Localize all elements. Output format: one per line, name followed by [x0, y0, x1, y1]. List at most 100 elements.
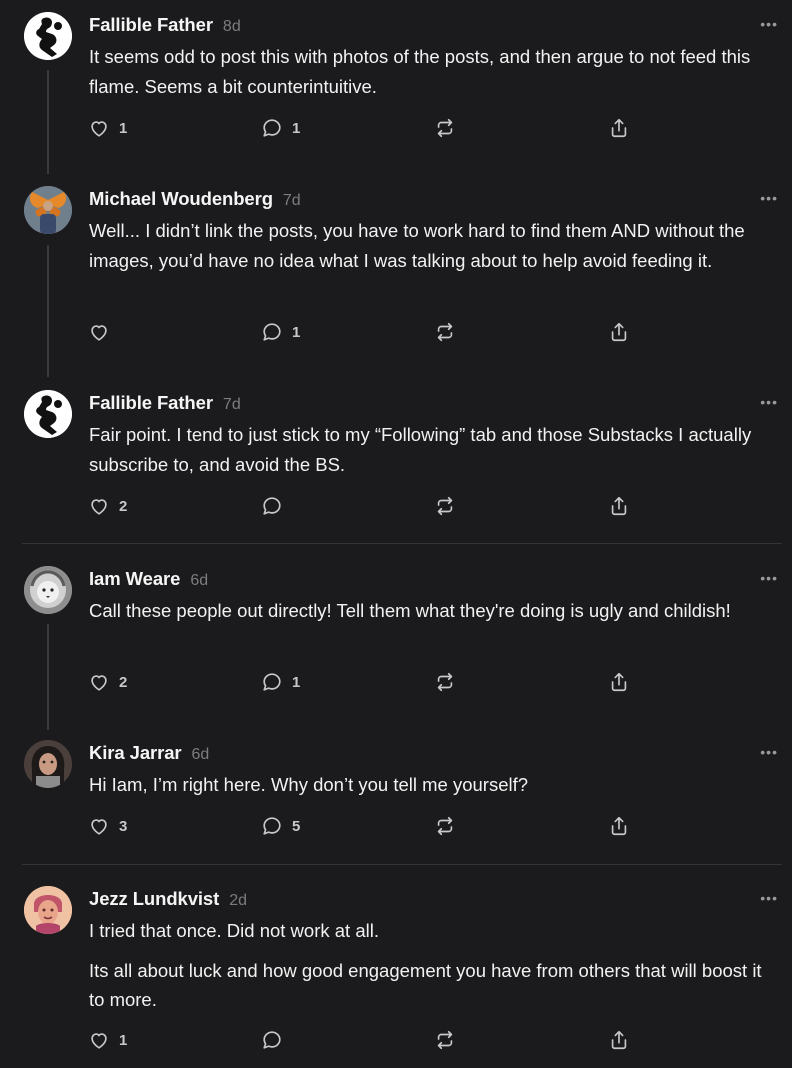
restack-button[interactable]: [434, 116, 456, 140]
heart-icon: [91, 1033, 107, 1049]
timestamp[interactable]: 2d: [229, 892, 247, 910]
reply-button[interactable]: 5: [261, 814, 300, 838]
share-icon: [611, 1030, 627, 1050]
restack-button[interactable]: [434, 320, 456, 344]
share-button[interactable]: [608, 494, 630, 518]
like-button[interactable]: 1: [88, 1028, 127, 1052]
heart-icon: [91, 499, 107, 515]
share-button[interactable]: [608, 814, 630, 838]
comment-icon: [263, 817, 281, 835]
comment-text: I tried that once. Did not work at all.: [89, 920, 379, 941]
more-options-button[interactable]: •••: [760, 571, 778, 585]
comment-text: It seems odd to post this with photos of…: [89, 46, 751, 97]
comment-header: Jezz Lundkvist 2d: [89, 888, 247, 910]
comment-body: Fair point. I tend to just stick to my “…: [89, 420, 778, 479]
more-options-button[interactable]: •••: [760, 395, 778, 409]
restack-icon: [437, 118, 453, 138]
restack-icon: [437, 816, 453, 836]
comment-text: Well... I didn’t link the posts, you hav…: [89, 220, 745, 271]
like-count: 1: [119, 1031, 128, 1049]
reply-button[interactable]: 1: [261, 116, 300, 140]
comment-text: Fair point. I tend to just stick to my “…: [89, 424, 752, 475]
share-button[interactable]: [608, 670, 630, 694]
restack-icon: [437, 672, 453, 692]
share-icon: [611, 496, 627, 516]
like-count: 1: [119, 119, 128, 137]
avatar[interactable]: [24, 186, 72, 234]
silhouette-avatar-icon: [24, 12, 72, 60]
like-button[interactable]: 1: [88, 116, 127, 140]
avatar[interactable]: [24, 740, 72, 788]
more-options-button[interactable]: •••: [760, 891, 778, 905]
butterfly-photo-avatar-icon: [24, 186, 72, 234]
like-button[interactable]: 2: [88, 670, 127, 694]
comment-header: Kira Jarrar 6d: [89, 742, 209, 764]
comment-icon: [263, 1031, 281, 1049]
reply-button[interactable]: [261, 494, 292, 518]
heart-icon: [91, 819, 107, 835]
silhouette-avatar-icon: [24, 390, 72, 438]
comment-body: It seems odd to post this with photos of…: [89, 42, 778, 101]
comment-header: Michael Woudenberg 7d: [89, 188, 301, 210]
author-name[interactable]: Fallible Father: [89, 392, 213, 414]
share-button[interactable]: [608, 320, 630, 344]
reply-count: 1: [292, 673, 301, 691]
avatar[interactable]: [24, 390, 72, 438]
thread-line: [47, 624, 49, 730]
comment-header: Fallible Father 7d: [89, 392, 241, 414]
comment-header: Iam Weare 6d: [89, 568, 208, 590]
author-name[interactable]: Jezz Lundkvist: [89, 888, 219, 910]
heart-icon: [91, 675, 107, 691]
avatar[interactable]: [24, 12, 72, 60]
share-icon: [611, 816, 627, 836]
timestamp[interactable]: 8d: [223, 18, 241, 36]
like-button[interactable]: 3: [88, 814, 127, 838]
restack-icon: [437, 496, 453, 516]
avatar[interactable]: [24, 886, 72, 934]
like-button[interactable]: [88, 320, 119, 344]
comment-icon: [263, 497, 281, 515]
comment-header: Fallible Father 8d: [89, 14, 241, 36]
reply-button[interactable]: [261, 1028, 292, 1052]
timestamp[interactable]: 7d: [283, 192, 301, 210]
restack-icon: [437, 322, 453, 342]
comment-text: Call these people out directly! Tell the…: [89, 600, 731, 621]
like-button[interactable]: 2: [88, 494, 127, 518]
divider: [22, 543, 782, 544]
reply-count: 1: [292, 119, 301, 137]
comment-icon: [263, 323, 281, 341]
author-name[interactable]: Iam Weare: [89, 568, 180, 590]
thread-line: [47, 70, 49, 174]
share-button[interactable]: [608, 1028, 630, 1052]
timestamp[interactable]: 7d: [223, 396, 241, 414]
avatar[interactable]: [24, 566, 72, 614]
reply-button[interactable]: 1: [261, 320, 300, 344]
more-options-button[interactable]: •••: [760, 17, 778, 31]
share-icon: [611, 672, 627, 692]
author-name[interactable]: Kira Jarrar: [89, 742, 182, 764]
thread-line: [47, 245, 49, 377]
restack-button[interactable]: [434, 670, 456, 694]
timestamp[interactable]: 6d: [190, 572, 208, 590]
like-count: 3: [119, 817, 128, 835]
divider: [22, 864, 782, 865]
like-count: 2: [119, 673, 128, 691]
lion-photo-avatar-icon: [24, 566, 72, 614]
heart-icon: [91, 325, 107, 341]
more-options-button[interactable]: •••: [760, 745, 778, 759]
more-options-button[interactable]: •••: [760, 191, 778, 205]
restack-button[interactable]: [434, 494, 456, 518]
comment-body: Hi Iam, I’m right here. Why don’t you te…: [89, 770, 778, 800]
comment-icon: [263, 673, 281, 691]
author-name[interactable]: Fallible Father: [89, 14, 213, 36]
restack-button[interactable]: [434, 1028, 456, 1052]
share-icon: [611, 118, 627, 138]
author-name[interactable]: Michael Woudenberg: [89, 188, 273, 210]
timestamp[interactable]: 6d: [192, 746, 210, 764]
comment-text: Hi Iam, I’m right here. Why don’t you te…: [89, 774, 529, 795]
restack-button[interactable]: [434, 814, 456, 838]
share-button[interactable]: [608, 116, 630, 140]
like-count: 2: [119, 497, 128, 515]
illustrated-avatar-icon: [24, 886, 72, 934]
reply-button[interactable]: 1: [261, 670, 300, 694]
